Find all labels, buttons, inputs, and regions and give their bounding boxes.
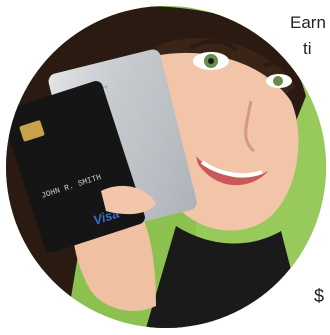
caption-line-1: Earn (290, 13, 326, 32)
woman-with-credit-card-illustration: PLAT JOHN R. SMITH Visa (6, 6, 326, 328)
caption-line-2: ti (303, 39, 312, 58)
circular-photo: PLAT JOHN R. SMITH Visa (6, 6, 326, 328)
promo-banner: PLAT JOHN R. SMITH Visa Earn ti $ (0, 0, 330, 335)
caption-amount: $ (314, 286, 325, 306)
